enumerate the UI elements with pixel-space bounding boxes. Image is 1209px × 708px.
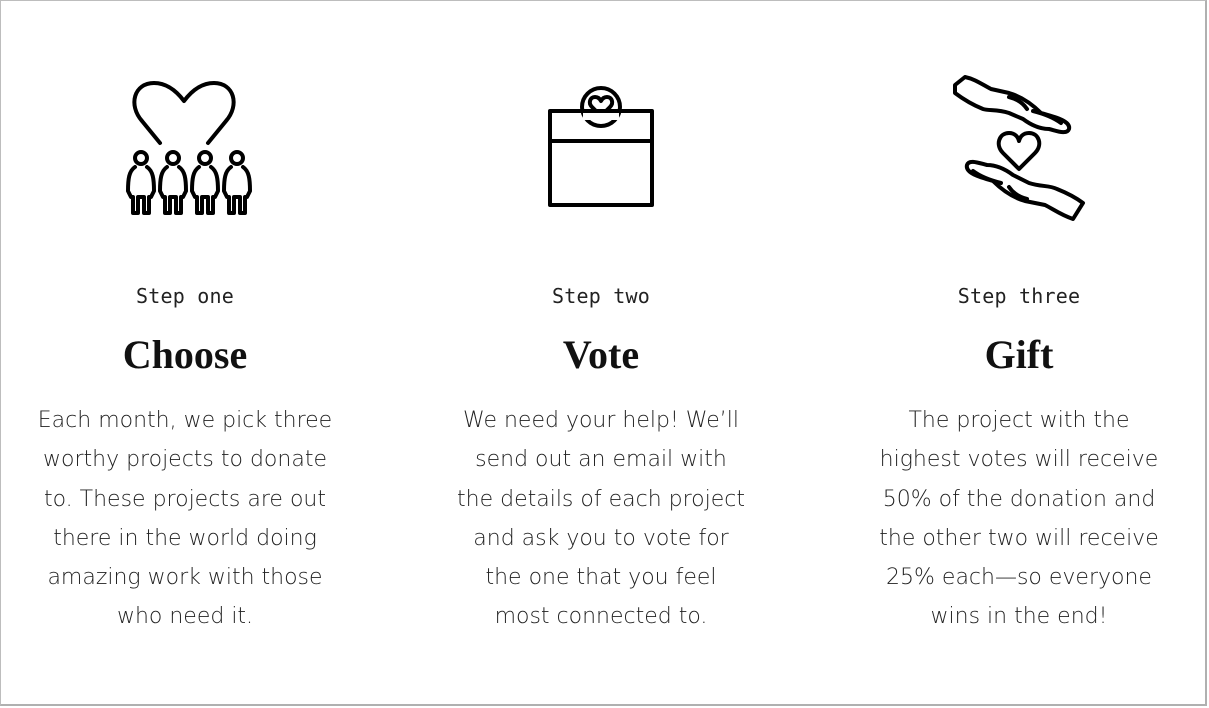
step-title: Vote (562, 332, 640, 377)
step-description: We need your help! We’ll send out an ema… (457, 408, 745, 630)
heart-people-icon (126, 81, 252, 215)
step-title: Gift (984, 332, 1054, 377)
step-gift-icon-wrap (819, 71, 1209, 221)
step-label: Step two (552, 284, 650, 308)
step-label: Step three (957, 284, 1081, 308)
page-frame: Step one Choose Each month, we pick thre… (0, 0, 1207, 706)
step-description: Each month, we pick three worthy project… (37, 408, 333, 630)
step-description: The project with the highest votes will … (879, 408, 1159, 630)
step-choose-icon-wrap (0, 71, 385, 221)
step-title: Choose (122, 332, 248, 377)
ballot-box-heart-icon (548, 86, 654, 207)
hands-heart-icon (953, 75, 1085, 221)
step-label: Step one (136, 284, 234, 308)
step-vote-icon-wrap (401, 71, 801, 221)
